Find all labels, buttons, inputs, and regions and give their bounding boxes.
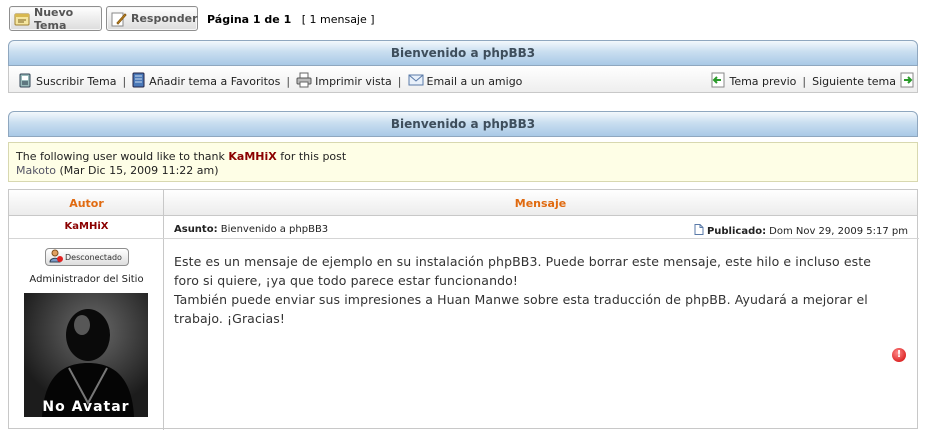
user-rank: Administrador del Sitio [29, 274, 144, 285]
next-topic-link[interactable]: Siguiente tema [812, 75, 896, 88]
separator: | [802, 75, 807, 88]
thanker-user-link[interactable]: Makoto [16, 164, 56, 177]
subject-label: Asunto: [174, 224, 218, 235]
thanked-user-link[interactable]: KaMHiX [228, 150, 276, 163]
pagination-pages: Página 1 de 1 [207, 13, 292, 26]
pagination: Página 1 de 1 [ 1 mensaje ] [207, 13, 375, 26]
post-header: Bienvenido a phpBB3 [8, 111, 918, 137]
reply-label: Responder [131, 12, 198, 25]
new-topic-button[interactable]: Nuevo Tema [9, 5, 102, 32]
new-topic-label: Nuevo Tema [34, 5, 74, 32]
favorites-link[interactable]: Añadir tema a Favoritos [149, 75, 280, 88]
subscribe-link[interactable]: Suscribir Tema [36, 75, 116, 88]
message-header-label: Mensaje [514, 197, 567, 210]
subscribe-icon [17, 72, 33, 91]
favorites-icon [132, 72, 146, 91]
post-header-title: Bienvenido a phpBB3 [390, 117, 536, 131]
post-body-line: trabajo. ¡Gracias! [174, 311, 285, 326]
author-header-label: Autor [69, 197, 104, 210]
post-link-icon[interactable] [694, 224, 704, 238]
post-body-line: También puede enviar sus impresiones a H… [174, 292, 868, 307]
pencil-icon [111, 11, 127, 27]
post-table: Autor Mensaje KaMHiX Desconectado Admini… [8, 189, 919, 430]
arrow-left-icon [710, 72, 726, 91]
subject-text: Bienvenido a phpBB3 [220, 224, 329, 235]
posted-label: Publicado: [706, 225, 767, 237]
avatar-label: No Avatar [42, 399, 130, 415]
topic-title: Bienvenido a phpBB3 [390, 46, 536, 60]
print-icon [296, 72, 312, 91]
reply-button[interactable]: Responder [106, 6, 198, 31]
email-link[interactable]: Email a un amigo [427, 75, 523, 88]
avatar: No Avatar [24, 293, 148, 417]
post-body-line: foro si quiere, ¡ya que todo parece esta… [174, 273, 518, 288]
separator: | [286, 75, 291, 88]
previous-topic-link[interactable]: Tema previo [729, 75, 796, 88]
status-badge: Desconectado [45, 248, 129, 266]
thanks-notice: The following user would like to thank K… [8, 142, 918, 182]
post-author-link[interactable]: KaMHiX [9, 221, 164, 232]
arrow-right-icon [899, 72, 915, 91]
row-divider [9, 238, 919, 239]
status-text: Desconectado [65, 252, 122, 262]
separator: | [122, 75, 127, 88]
author-column-header: Autor [9, 190, 164, 216]
email-icon [408, 72, 424, 91]
thanks-prefix: The following user would like to thank [16, 150, 225, 163]
post-body-line: Este es un mensaje de ejemplo en su inst… [174, 254, 872, 269]
posted-date: Dom Nov 29, 2009 5:17 pm [769, 225, 908, 237]
thanks-suffix: for this post [280, 150, 347, 163]
post-subject: Asunto: Bienvenido a phpBB3 [174, 224, 328, 235]
message-column-header: Mensaje [164, 190, 917, 216]
separator: | [397, 75, 402, 88]
user-offline-icon [49, 249, 63, 265]
print-link[interactable]: Imprimir vista [315, 75, 392, 88]
topic-tools: Suscribir Tema | Añadir tema a Favoritos… [8, 66, 918, 93]
thanks-date: (Mar Dic 15, 2009 11:22 am) [59, 164, 219, 177]
topic-header: Bienvenido a phpBB3 [8, 40, 918, 66]
report-icon[interactable]: ! [892, 348, 906, 362]
pagination-count: [ 1 mensaje ] [301, 13, 375, 26]
new-topic-icon [14, 11, 30, 27]
post-content: Este es un mensaje de ejemplo en su inst… [174, 252, 909, 328]
post-date: Publicado: Dom Nov 29, 2009 5:17 pm [694, 224, 908, 238]
